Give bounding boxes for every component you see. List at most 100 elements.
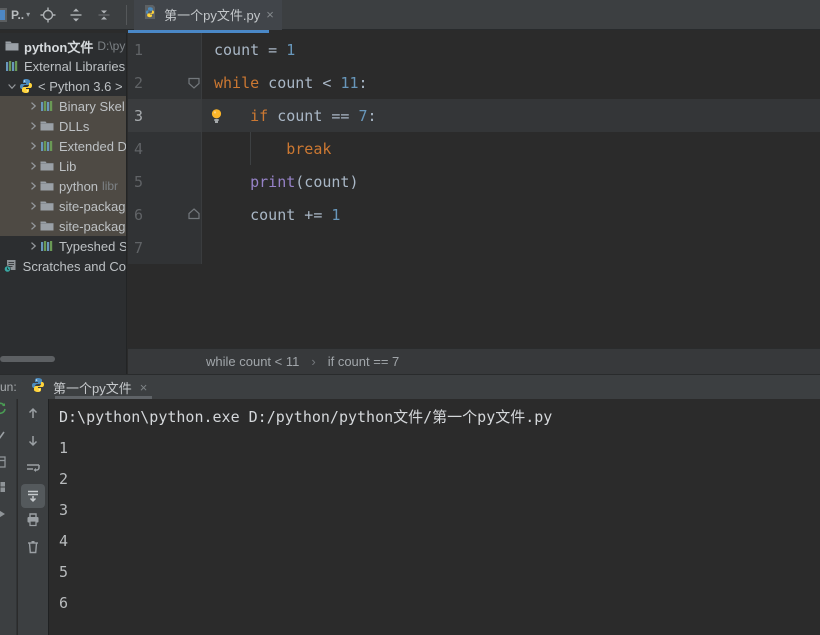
gutter[interactable]: 6 xyxy=(128,198,202,231)
chevron-right-icon[interactable] xyxy=(26,238,39,254)
print-icon[interactable] xyxy=(25,512,41,528)
tree-item-label: python文件 xyxy=(24,39,94,55)
chevron-right-icon[interactable] xyxy=(26,198,39,214)
tree-item-label: Scratches and Co xyxy=(22,258,126,274)
locate-icon[interactable] xyxy=(39,6,57,24)
tree-item-python-[interactable]: python文件 D:\py xyxy=(0,36,126,56)
tree-item-label: Typeshed S xyxy=(59,238,127,254)
gutter[interactable]: 4 xyxy=(128,132,202,165)
line-number: 2 xyxy=(134,73,144,92)
code-editor[interactable]: 1 count = 1 2 while count < 11: 3 if count =… xyxy=(128,33,820,348)
scroll-up-icon[interactable] xyxy=(25,405,41,421)
fold-end-icon[interactable] xyxy=(186,206,202,223)
chevron-right-icon[interactable] xyxy=(26,118,39,134)
code-cell[interactable]: print(count) xyxy=(202,165,820,198)
console-output-line: 5 xyxy=(59,563,69,581)
console-output-line: 6 xyxy=(59,594,69,612)
chevron-right-icon[interactable] xyxy=(26,98,39,114)
tree-item-lib[interactable]: Lib xyxy=(0,156,126,176)
gutter[interactable]: 3 xyxy=(128,99,202,132)
code-line-1: 1 count = 1 xyxy=(128,33,820,66)
line-number: 6 xyxy=(134,205,144,224)
tree-item-site-packag[interactable]: site-packag xyxy=(0,196,126,216)
chevron-right-icon[interactable] xyxy=(26,158,39,174)
console-toolbar xyxy=(18,399,48,635)
project-tree: python文件 D:\py External Libraries < Python … xyxy=(0,33,126,276)
close-icon[interactable]: × xyxy=(140,380,148,395)
gutter[interactable]: 7 xyxy=(128,231,202,264)
tree-item-site-packag[interactable]: site-packag xyxy=(0,216,126,236)
project-selector[interactable]: P.. ▾ xyxy=(11,8,30,22)
tree-item-external-libraries[interactable]: External Libraries xyxy=(0,56,126,76)
code-line-6: 6 count += 1 xyxy=(128,198,820,231)
rerun-icon[interactable] xyxy=(0,401,8,417)
console-output-line: 4 xyxy=(59,532,69,550)
code-line-3: 3 if count == 7: xyxy=(128,99,820,132)
tree-item-scratches-and-co[interactable]: Scratches and Co xyxy=(0,256,126,276)
code-text: break xyxy=(286,139,332,158)
collapse-all-icon[interactable] xyxy=(95,6,113,24)
code-cell[interactable]: count += 1 xyxy=(202,198,820,231)
code-text: print(count) xyxy=(250,172,359,191)
horizontal-scrollbar-thumb[interactable] xyxy=(0,356,55,362)
folder-icon xyxy=(4,38,20,54)
scroll-to-end-icon[interactable] xyxy=(21,484,45,508)
tree-item--python-3-6-[interactable]: < Python 3.6 > xyxy=(0,76,126,96)
restore-layout-icon[interactable] xyxy=(0,454,8,470)
code-line-7: 7 xyxy=(128,231,820,264)
chevron-right-icon[interactable] xyxy=(26,178,39,194)
console-output-line: 1 xyxy=(59,439,69,457)
code-cell[interactable]: if count == 7: xyxy=(202,99,820,132)
code-cell[interactable]: while count < 11: xyxy=(202,66,820,99)
tree-item-suffix: D:\py xyxy=(97,39,126,53)
editor-tab-title: 第一个py文件.py xyxy=(164,8,261,23)
tree-item-extended-d[interactable]: Extended D xyxy=(0,136,126,156)
code-text: count += 1 xyxy=(250,205,341,224)
gutter[interactable]: 5 xyxy=(128,165,202,198)
toolbar-divider xyxy=(126,4,128,25)
scratches-icon xyxy=(3,258,19,274)
breadcrumb-item[interactable]: if count == 7 xyxy=(328,354,400,369)
run-console[interactable]: D:\python\python.exe D:/python/python文件/… xyxy=(48,399,820,635)
folder-icon xyxy=(39,118,55,134)
soft-wrap-icon[interactable] xyxy=(25,460,41,476)
chevron-down-icon[interactable] xyxy=(5,78,18,94)
gutter[interactable]: 2 xyxy=(128,66,202,99)
tree-item-label: Binary Skel xyxy=(59,98,125,114)
tree-item-python[interactable]: python libr xyxy=(0,176,126,196)
line-number: 4 xyxy=(134,139,144,158)
tree-item-typeshed-s[interactable]: Typeshed S xyxy=(0,236,126,256)
line-number: 5 xyxy=(134,172,144,191)
tree-item-label: < Python 3.6 > xyxy=(38,78,123,94)
tree-item-label: site-packag xyxy=(59,198,126,214)
scroll-down-icon[interactable] xyxy=(25,433,41,449)
settings-icon[interactable] xyxy=(0,479,8,495)
tree-item-dlls[interactable]: DLLs xyxy=(0,116,126,136)
run-panel-body: D:\python\python.exe D:/python/python文件/… xyxy=(0,399,820,635)
library-icon xyxy=(39,238,55,254)
code-cell[interactable] xyxy=(202,231,820,264)
editor-tab-file[interactable]: 第一个py文件.py × xyxy=(134,0,282,30)
folder-icon xyxy=(39,178,55,194)
chevron-right-icon[interactable] xyxy=(26,218,39,234)
breadcrumb-item[interactable]: while count < 11 xyxy=(206,354,299,369)
indent-guide xyxy=(250,132,251,165)
line-number: 7 xyxy=(134,238,144,257)
expand-all-icon[interactable] xyxy=(67,6,85,24)
folder-icon xyxy=(39,198,55,214)
close-icon[interactable]: × xyxy=(266,7,274,22)
code-cell[interactable]: count = 1 xyxy=(202,33,820,66)
fold-start-icon[interactable] xyxy=(186,74,202,91)
clear-icon[interactable] xyxy=(25,539,41,555)
active-tab-indicator xyxy=(128,30,269,33)
gutter[interactable]: 1 xyxy=(128,33,202,66)
code-cell[interactable]: break xyxy=(202,132,820,165)
pin-icon[interactable] xyxy=(0,506,8,522)
tree-item-suffix: libr xyxy=(102,179,119,193)
library-icon xyxy=(39,138,55,154)
stop-icon[interactable] xyxy=(0,427,8,443)
intention-bulb-icon[interactable] xyxy=(208,107,225,124)
tree-item-binary-skel[interactable]: Binary Skel xyxy=(0,96,126,116)
chevron-right-icon[interactable] xyxy=(26,138,39,154)
run-toolbar-clipped xyxy=(0,399,17,635)
